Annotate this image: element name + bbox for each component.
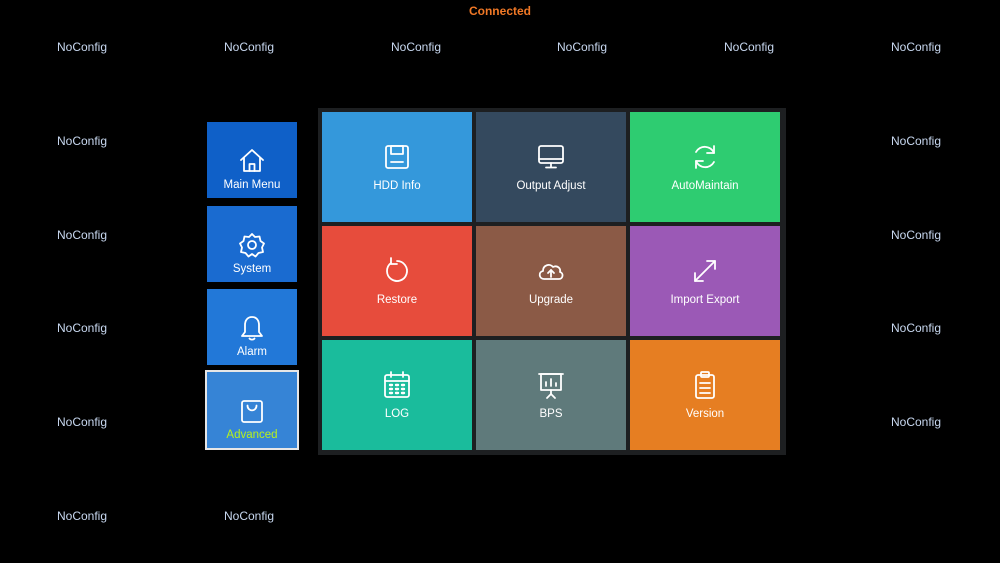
cloud-upload-icon (538, 264, 564, 280)
tile-version[interactable]: Version (630, 340, 780, 450)
channel-label: NoConfig (56, 134, 108, 148)
sidebar-item-label: Advanced (226, 429, 278, 441)
bell-icon (241, 316, 263, 341)
presentation-chart-icon (538, 373, 564, 399)
tile-label: Import Export (670, 294, 740, 306)
refresh-icon (695, 145, 715, 169)
sidebar-item-label: System (232, 263, 272, 275)
tile-upgrade[interactable]: Upgrade (476, 226, 626, 336)
tile-restore[interactable]: Restore (322, 226, 472, 336)
sidebar-item-alarm[interactable]: Alarm (207, 289, 297, 365)
tile-automaintain[interactable]: AutoMaintain (630, 112, 780, 222)
channel-label: NoConfig (56, 321, 108, 335)
channel-label: NoConfig (890, 40, 942, 54)
channel-label: NoConfig (890, 321, 942, 335)
connection-status: Connected (468, 4, 531, 18)
tile-output-adjust[interactable]: Output Adjust (476, 112, 626, 222)
tile-label: Version (685, 408, 725, 420)
tile-label: Output Adjust (516, 180, 586, 192)
gear-icon (239, 233, 265, 258)
calendar-icon (384, 371, 410, 398)
bag-icon (241, 400, 263, 423)
tile-label: AutoMaintain (671, 180, 739, 192)
tile-import-export[interactable]: Import Export (630, 226, 780, 336)
channel-label: NoConfig (890, 228, 942, 242)
channel-label: NoConfig (723, 40, 775, 54)
channel-label: NoConfig (56, 40, 108, 54)
sidebar-item-label: Alarm (236, 346, 268, 358)
channel-label: NoConfig (56, 228, 108, 242)
restore-icon (386, 257, 408, 282)
channel-label: NoConfig (223, 509, 275, 523)
tile-log[interactable]: LOG (322, 340, 472, 450)
monitor-icon (538, 145, 564, 169)
sidebar-item-system[interactable]: System (207, 206, 297, 282)
sidebar-item-main-menu[interactable]: Main Menu (207, 122, 297, 198)
tile-label: HDD Info (373, 180, 421, 192)
channel-label: NoConfig (390, 40, 442, 54)
channel-label: NoConfig (890, 415, 942, 429)
home-icon (240, 149, 264, 172)
disk-icon (385, 145, 409, 169)
tile-bps[interactable]: BPS (476, 340, 626, 450)
sidebar-item-advanced[interactable]: Advanced (205, 370, 299, 450)
channel-label: NoConfig (56, 415, 108, 429)
channel-label: NoConfig (223, 40, 275, 54)
channel-label: NoConfig (890, 134, 942, 148)
tile-label: Upgrade (528, 294, 574, 306)
tile-label: LOG (384, 408, 410, 420)
tile-hdd-info[interactable]: HDD Info (322, 112, 472, 222)
tile-label: BPS (539, 408, 563, 420)
expand-arrows-icon (694, 260, 716, 282)
sidebar-item-label: Main Menu (223, 179, 281, 191)
advanced-menu-panel: HDD Info Output Adjust AutoMaintain Rest… (318, 108, 786, 455)
clipboard-icon (695, 371, 715, 399)
channel-label: NoConfig (556, 40, 608, 54)
tile-label: Restore (376, 294, 418, 306)
channel-label: NoConfig (56, 509, 108, 523)
